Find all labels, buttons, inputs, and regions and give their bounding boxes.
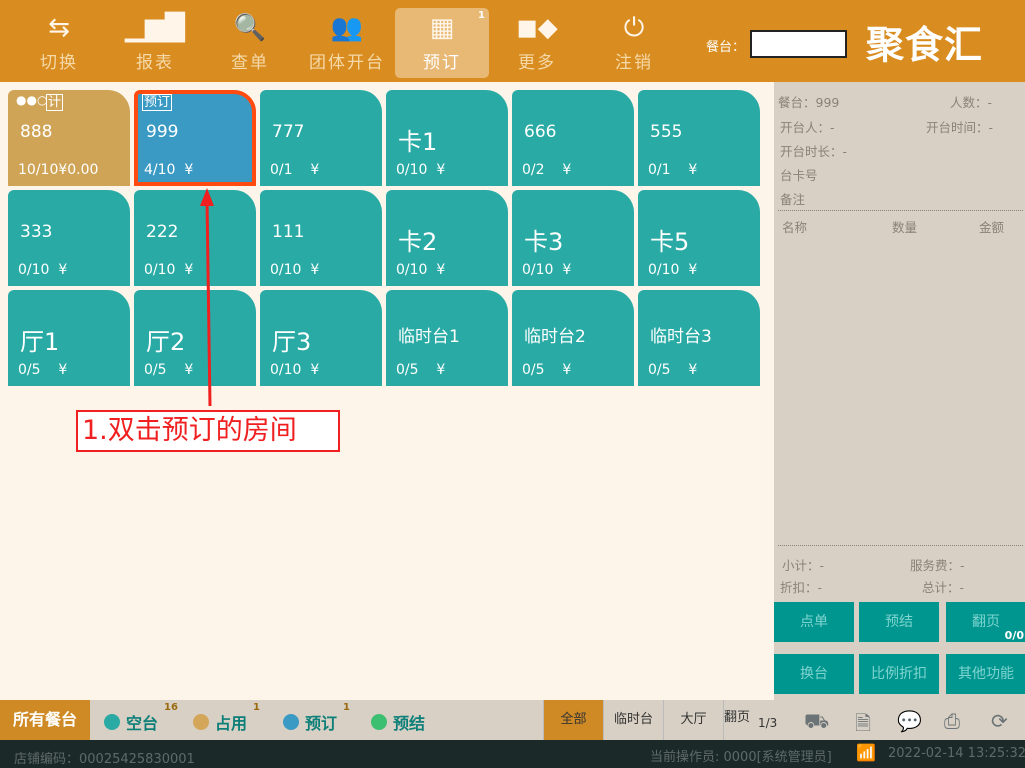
status-dot-icon xyxy=(193,714,209,730)
page-flip[interactable]: 翻页 1/3 xyxy=(723,700,783,740)
page-button-label: 翻页 xyxy=(972,614,1000,630)
legend-item[interactable]: 预订 1 xyxy=(283,702,350,734)
legend-item[interactable]: 空台 16 xyxy=(104,702,178,734)
page-flip-label: 翻页 xyxy=(724,710,751,725)
ratio-discount-button[interactable]: 比例折扣 xyxy=(859,654,939,694)
legend-count: 1 xyxy=(343,702,350,713)
bottom-bar: 所有餐台 空台 16 占用 1 预订 1 预结 全部 临时台 大厅 翻页 1/3 ⛟ 🗎 💬 … xyxy=(0,700,1025,740)
legend-label: 预结 xyxy=(393,714,426,733)
discount: 折扣：- xyxy=(780,580,823,595)
legend-count: 16 xyxy=(164,702,178,713)
order-button[interactable]: 点单 xyxy=(774,602,854,642)
open-time-info: 开台时间：- xyxy=(926,120,994,135)
legend-item[interactable]: 占用 1 xyxy=(193,702,260,734)
all-tables-tab[interactable]: 所有餐台 xyxy=(0,700,90,740)
printer-icon[interactable]: ⎙ xyxy=(944,709,960,733)
legend-label: 空台 xyxy=(126,714,159,733)
filter-temp[interactable]: 临时台 xyxy=(603,700,663,740)
legend-item[interactable]: 预结 xyxy=(371,710,425,734)
col-name: 名称 xyxy=(782,220,808,235)
annotation-label: 1.双击预订的房间 xyxy=(76,410,340,452)
status-bar: 店铺编码：00025425830001 当前操作员: 0000[系统管理员] 📶… xyxy=(0,740,1025,768)
service-fee: 服务费：- xyxy=(910,558,965,573)
page-badge: 0/0 xyxy=(1004,629,1024,642)
legend-label: 占用 xyxy=(215,714,248,733)
total: 总计：- xyxy=(922,580,965,595)
operator: 当前操作员: 0000[系统管理员] xyxy=(650,750,832,765)
table-info: 餐台：999 xyxy=(778,95,840,110)
change-table-button[interactable]: 换台 xyxy=(774,654,854,694)
remark-info: 备注 xyxy=(780,192,806,207)
opener-info: 开台人：- xyxy=(780,120,835,135)
document-icon[interactable]: 🗎 xyxy=(855,709,871,743)
refresh-icon[interactable]: ⟳ xyxy=(991,709,1008,733)
wifi-icon: 📶 xyxy=(856,743,876,762)
order-detail-panel: 餐台：999 人数：- 开台人：- 开台时间：- 开台时长：- 台卡号 备注 名… xyxy=(774,82,1025,700)
legend-count: 1 xyxy=(253,702,260,713)
filter-hall[interactable]: 大厅 xyxy=(663,700,723,740)
filter-all[interactable]: 全部 xyxy=(543,700,603,740)
page-button[interactable]: 翻页 0/0 xyxy=(946,602,1025,642)
card-info: 台卡号 xyxy=(780,168,818,183)
prepay-button[interactable]: 预结 xyxy=(859,602,939,642)
store-code: 店铺编码：00025425830001 xyxy=(14,752,195,767)
col-qty: 数量 xyxy=(892,220,918,235)
status-dot-icon xyxy=(104,714,120,730)
status-dot-icon xyxy=(283,714,299,730)
datetime: 2022-02-14 13:25:32 xyxy=(888,746,1025,761)
other-functions-button[interactable]: 其他功能 xyxy=(946,654,1025,694)
col-amount: 金额 xyxy=(979,220,1005,235)
subtotal: 小计：- xyxy=(782,558,825,573)
status-dot-icon xyxy=(371,714,387,730)
duration-info: 开台时长：- xyxy=(780,144,848,159)
page-indicator: 1/3 xyxy=(758,716,778,730)
delivery-icon[interactable]: ⛟ xyxy=(804,709,829,736)
people-info: 人数：- xyxy=(950,95,993,110)
legend-label: 预订 xyxy=(305,714,338,733)
chat-icon[interactable]: 💬 xyxy=(897,709,922,733)
